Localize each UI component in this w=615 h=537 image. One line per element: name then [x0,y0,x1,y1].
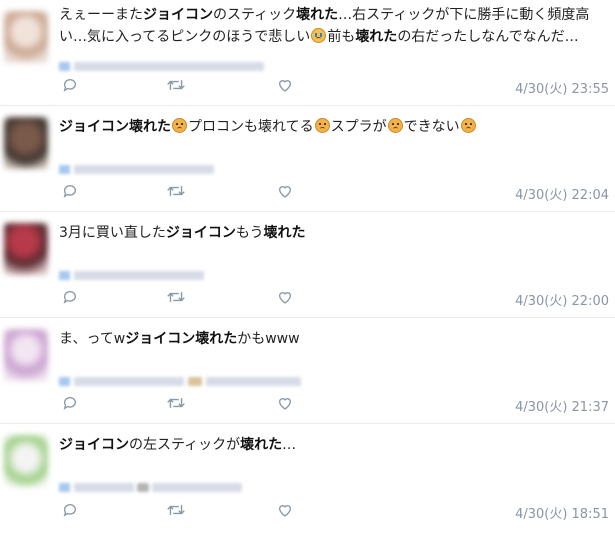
tweet-item[interactable]: ジョイコン壊れた プロコンも壊れてる スプラが できない 4/30(火) 22:04 [0,106,615,212]
highlighted-keyword: 壊れた [263,225,306,241]
tweet-actions: 4/30(火) 22:04 [59,183,609,203]
avatar[interactable] [4,11,48,63]
heart-icon[interactable] [277,183,295,201]
tweet-text-segment: 前も [327,29,356,45]
reply-icon[interactable] [62,289,80,307]
tweet-text-segment: のスティック [213,7,297,23]
sad-face-icon [387,118,403,133]
tweet-actions: 4/30(火) 23:55 [59,77,609,97]
sad-face-icon [460,118,476,133]
tweet-actions: 4/30(火) 22:00 [59,289,609,309]
user-meta-blurred [59,269,204,281]
user-meta-blurred [59,481,242,493]
user-meta-blurred [59,163,214,175]
tweet-text-segment: プロコンも壊れてる [188,119,314,135]
retweet-icon[interactable] [167,289,185,307]
highlighted-keyword: ジョイコン壊れた [125,331,238,347]
highlighted-keyword: ジョイコン [59,437,129,453]
avatar[interactable] [4,329,48,381]
tweet-text-segment: スプラが [330,119,387,135]
reply-icon[interactable] [62,183,80,201]
tweet-text: ジョイコン壊れた プロコンも壊れてる スプラが できない [59,116,609,138]
reply-icon[interactable] [62,395,80,413]
highlighted-keyword: 壊れた [296,7,339,23]
timestamp[interactable]: 4/30(火) 18:51 [515,503,609,522]
tweet-text: ジョイコンの左スティックが壊れた… [59,434,609,456]
retweet-icon[interactable] [167,395,185,413]
tweet-text-segment: の右だったしなんでなんだ… [397,29,579,45]
reply-icon[interactable] [62,77,80,95]
avatar[interactable] [4,435,48,487]
tweet-text-segment: もう [235,225,264,241]
highlighted-keyword: ジョイコン [165,225,236,241]
tweet-text: ま、ってwジョイコン壊れたかもwww [59,328,609,350]
highlighted-keyword: 壊れた [355,29,398,45]
tweet-item[interactable]: 3月に買い直したジョイコンもう壊れた 4/30(火) 22:00 [0,212,615,318]
tweet-actions: 4/30(火) 21:37 [59,395,609,415]
heart-icon[interactable] [277,289,295,307]
reply-icon[interactable] [62,502,80,520]
tweet-text-segment: できない [403,119,460,135]
tweet-item[interactable]: えぇーーまたジョイコンのスティック壊れた…右スティックが下に勝手に動く頻度高い…… [0,0,615,106]
heart-icon[interactable] [277,77,295,95]
highlighted-keyword: 壊れた [240,437,283,453]
crying-face-icon [311,28,327,43]
sad-face-icon [172,118,187,133]
user-meta-blurred [59,375,301,387]
tweet-text-segment: かもwww [237,331,300,347]
tweet-text-segment: ま、ってw [59,331,126,347]
tweet-text: 3月に買い直したジョイコンもう壊れた [59,222,609,244]
sad-face-icon [314,118,330,133]
timestamp[interactable]: 4/30(火) 22:04 [515,184,609,203]
avatar[interactable] [4,117,48,169]
user-meta-blurred [59,60,264,72]
timestamp[interactable]: 4/30(火) 21:37 [515,396,609,415]
retweet-icon[interactable] [167,502,185,520]
heart-icon[interactable] [277,502,295,520]
retweet-icon[interactable] [167,183,185,201]
tweet-text-segment: えぇーーまた [59,7,143,23]
tweet-actions: 4/30(火) 18:51 [59,502,609,522]
tweet-text-segment: の左スティックが [129,437,241,453]
tweet-item[interactable]: ま、ってwジョイコン壊れたかもwww 4/30(火) 21:37 [0,318,615,424]
tweet-text: えぇーーまたジョイコンのスティック壊れた…右スティックが下に勝手に動く頻度高い…… [59,4,609,48]
tweet-item[interactable]: ジョイコンの左スティックが壊れた… 4/30(火) 18:51 [0,424,615,531]
tweet-text-segment: … [282,437,297,453]
retweet-icon[interactable] [167,77,185,95]
highlighted-keyword: ジョイコン [143,7,213,23]
avatar[interactable] [4,223,48,275]
highlighted-keyword: ジョイコン壊れた [59,119,171,135]
tweet-feed: えぇーーまたジョイコンのスティック壊れた…右スティックが下に勝手に動く頻度高い…… [0,0,615,531]
heart-icon[interactable] [277,395,295,413]
tweet-text-segment: 3月に買い直した [59,225,166,241]
timestamp[interactable]: 4/30(火) 23:55 [515,78,609,97]
timestamp[interactable]: 4/30(火) 22:00 [515,290,609,309]
